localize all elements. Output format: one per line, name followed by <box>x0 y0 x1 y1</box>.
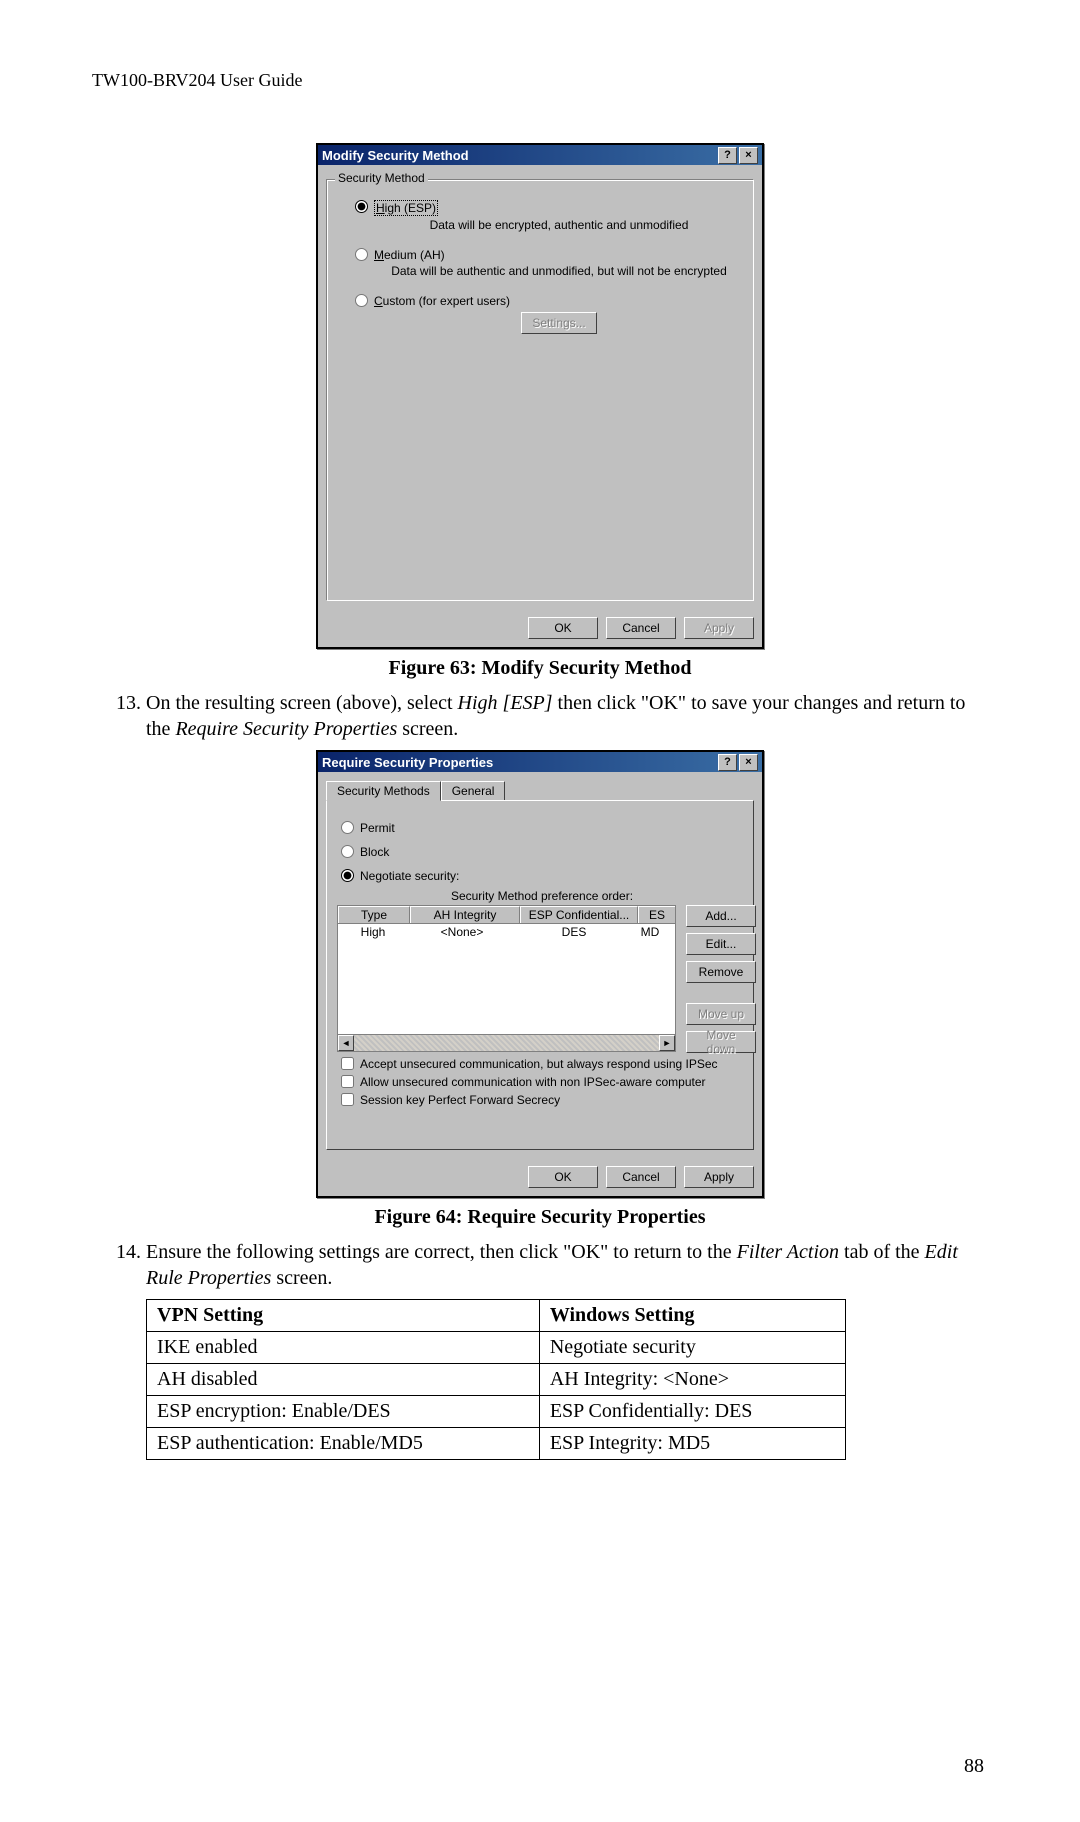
help-icon[interactable]: ? <box>718 147 737 164</box>
tab-security-methods[interactable]: Security Methods <box>326 781 441 801</box>
table-header-windows: Windows Setting <box>539 1300 845 1332</box>
scroll-right-icon[interactable]: ► <box>659 1035 675 1051</box>
high-esp-desc: Data will be encrypted, authentic and un… <box>375 218 743 232</box>
radio-medium-ah[interactable] <box>355 248 368 261</box>
table-header-vpn: VPN Setting <box>147 1300 540 1332</box>
checkbox-accept-unsecured-label: Accept unsecured communication, but alwa… <box>360 1057 718 1071</box>
table-row: ESP authentication: Enable/MD5ESP Integr… <box>147 1428 846 1460</box>
vpn-windows-settings-table: VPN Setting Windows Setting IKE enabledN… <box>146 1299 846 1460</box>
remove-button[interactable]: Remove <box>686 961 756 983</box>
step-14: Ensure the following settings are correc… <box>146 1239 988 1291</box>
move-down-button[interactable]: Move down <box>686 1031 756 1053</box>
table-row: ESP encryption: Enable/DESESP Confidenti… <box>147 1396 846 1428</box>
radio-block[interactable] <box>341 845 354 858</box>
radio-medium-ah-label: Medium (AH) <box>374 248 445 262</box>
radio-permit[interactable] <box>341 821 354 834</box>
scroll-left-icon[interactable]: ◄ <box>338 1035 354 1051</box>
add-button[interactable]: Add... <box>686 905 756 927</box>
edit-button[interactable]: Edit... <box>686 933 756 955</box>
security-method-group-label: Security Method <box>335 171 428 185</box>
dialog1-titlebar: Modify Security Method ? × <box>318 145 762 165</box>
settings-button[interactable]: Settings... <box>521 312 596 334</box>
radio-negotiate[interactable] <box>341 869 354 882</box>
require-security-properties-dialog: Require Security Properties ? × Security… <box>316 750 764 1198</box>
radio-permit-label: Permit <box>360 821 395 835</box>
apply-button[interactable]: Apply <box>684 617 754 639</box>
preference-order-label: Security Method preference order: <box>341 889 743 903</box>
col-es[interactable]: ES <box>638 906 675 923</box>
close-icon[interactable]: × <box>739 754 758 771</box>
figure-63-caption: Figure 63: Modify Security Method <box>92 657 988 680</box>
checkbox-allow-unsecured-label: Allow unsecured communication with non I… <box>360 1075 706 1089</box>
ok-button[interactable]: OK <box>528 617 598 639</box>
page-number: 88 <box>964 1755 984 1778</box>
security-method-list[interactable]: Type AH Integrity ESP Confidential... ES… <box>337 905 676 1053</box>
dialog2-title: Require Security Properties <box>322 755 493 770</box>
step-13: On the resulting screen (above), select … <box>146 690 988 742</box>
medium-ah-desc: Data will be authentic and unmodified, b… <box>375 264 743 278</box>
help-icon[interactable]: ? <box>718 754 737 771</box>
checkbox-accept-unsecured[interactable] <box>341 1057 354 1070</box>
radio-block-label: Block <box>360 845 389 859</box>
cancel-button[interactable]: Cancel <box>606 1166 676 1188</box>
page-header: TW100-BRV204 User Guide <box>92 70 988 91</box>
cancel-button[interactable]: Cancel <box>606 617 676 639</box>
radio-high-esp[interactable] <box>355 200 368 213</box>
table-row: IKE enabledNegotiate security <box>147 1332 846 1364</box>
dialog1-title: Modify Security Method <box>322 148 469 163</box>
checkbox-pfs[interactable] <box>341 1093 354 1106</box>
move-up-button[interactable]: Move up <box>686 1003 756 1025</box>
horizontal-scrollbar[interactable]: ◄ ► <box>337 1035 676 1052</box>
col-esp-confidential[interactable]: ESP Confidential... <box>520 906 638 923</box>
dialog2-titlebar: Require Security Properties ? × <box>318 752 762 772</box>
col-ah-integrity[interactable]: AH Integrity <box>410 906 520 923</box>
apply-button[interactable]: Apply <box>684 1166 754 1188</box>
radio-negotiate-label: Negotiate security: <box>360 869 459 883</box>
figure-64-caption: Figure 64: Require Security Properties <box>92 1206 988 1229</box>
checkbox-pfs-label: Session key Perfect Forward Secrecy <box>360 1093 560 1107</box>
radio-custom[interactable] <box>355 294 368 307</box>
radio-high-esp-label: High (ESP) <box>374 200 438 216</box>
tab-general[interactable]: General <box>441 781 506 801</box>
close-icon[interactable]: × <box>739 147 758 164</box>
radio-custom-label: Custom (for expert users) <box>374 294 510 308</box>
modify-security-method-dialog: Modify Security Method ? × Security Meth… <box>316 143 764 649</box>
ok-button[interactable]: OK <box>528 1166 598 1188</box>
table-row[interactable]: High <None> DES MD <box>338 924 675 940</box>
table-row: AH disabledAH Integrity: <None> <box>147 1364 846 1396</box>
checkbox-allow-unsecured[interactable] <box>341 1075 354 1088</box>
col-type[interactable]: Type <box>338 906 410 923</box>
